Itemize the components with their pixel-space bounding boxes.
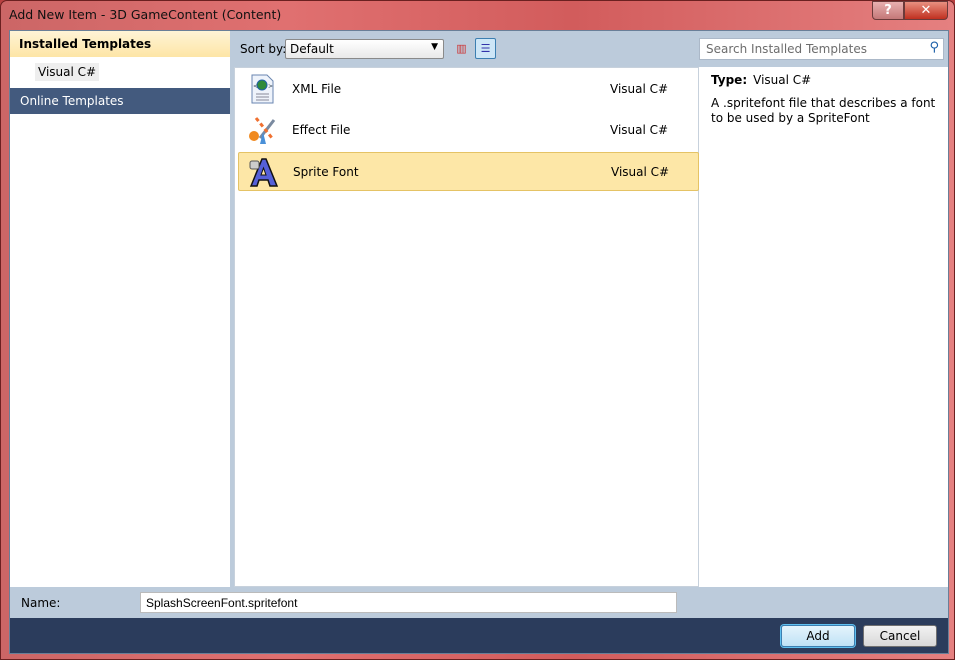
help-button[interactable]: ? — [872, 1, 904, 20]
svg-text:<: < — [253, 83, 258, 90]
medium-icons-view-button[interactable]: ▥ — [451, 38, 472, 59]
template-type: Visual C# — [611, 165, 670, 179]
template-type: Visual C# — [610, 82, 669, 96]
sort-by-value: Default — [290, 42, 334, 56]
add-button[interactable]: Add — [781, 625, 855, 647]
close-button[interactable]: ✕ — [904, 1, 948, 20]
name-input[interactable] — [140, 592, 677, 613]
button-bar: Add Cancel — [10, 618, 948, 653]
template-row-xml-file[interactable]: < > XML File Visual C# — [238, 70, 699, 109]
sort-by-dropdown[interactable]: Default ▼ — [285, 39, 444, 59]
type-value: Visual C# — [753, 73, 812, 87]
name-label: Name: — [21, 596, 61, 610]
details-pane: Type: Visual C# A .spritefont file that d… — [699, 67, 948, 587]
template-description: A .spritefont file that describes a font… — [711, 96, 936, 125]
tree-item-online-templates[interactable]: Online Templates — [10, 88, 230, 114]
details-view-button[interactable]: ☰ — [475, 38, 496, 59]
type-label: Type: — [711, 73, 748, 87]
search-placeholder: Search Installed Templates — [706, 42, 867, 56]
name-row: Name: — [10, 588, 948, 618]
template-name: XML File — [292, 82, 342, 96]
template-list: < > XML File Visual C# Effect File Visual… — [234, 67, 699, 587]
xml-file-icon: < > — [251, 74, 274, 104]
tree-item-installed-templates[interactable]: Installed Templates — [10, 31, 230, 57]
chevron-down-icon: ▼ — [431, 42, 438, 52]
template-type: Visual C# — [610, 123, 669, 137]
dialog-window: Add New Item - 3D GameContent (Content) … — [0, 0, 955, 660]
effect-file-icon — [249, 117, 276, 144]
template-name: Effect File — [292, 123, 351, 137]
template-tree: Installed Templates Visual C# Online Tem… — [10, 31, 230, 587]
window-title: Add New Item - 3D GameContent (Content) — [9, 7, 282, 22]
cancel-button[interactable]: Cancel — [863, 625, 937, 647]
search-input[interactable]: Search Installed Templates ⚲ — [699, 38, 944, 60]
toolbar: Sort by: Default ▼ ▥ ☰ — [231, 31, 699, 65]
template-row-sprite-font[interactable]: Sprite Font Visual C# — [238, 152, 699, 191]
tree-item-visual-csharp[interactable]: Visual C# — [35, 63, 100, 81]
search-icon[interactable]: ⚲ — [929, 40, 939, 55]
sprite-font-icon — [249, 158, 279, 187]
dialog-client: Installed Templates Visual C# Online Tem… — [9, 30, 949, 654]
template-name: Sprite Font — [293, 165, 359, 179]
sort-by-label: Sort by: — [240, 42, 287, 56]
template-row-effect-file[interactable]: Effect File Visual C# — [238, 111, 699, 150]
svg-text:>: > — [268, 83, 273, 90]
